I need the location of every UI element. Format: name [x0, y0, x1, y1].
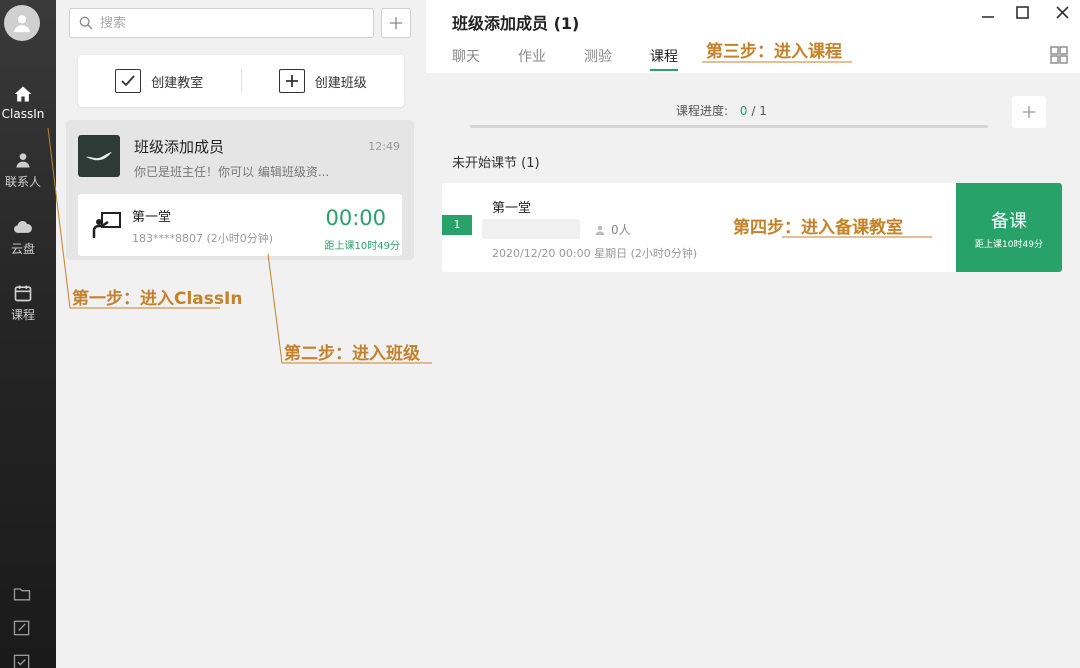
prepare-label: 备课	[991, 211, 1027, 232]
create-classroom-label: 创建教室	[151, 75, 204, 91]
search-icon	[79, 16, 93, 30]
rail-item-cloud[interactable]: 云盘	[0, 217, 46, 257]
search-box[interactable]	[69, 8, 374, 38]
lesson-card[interactable]: 第一堂 183****8807 (2小时0分钟) 00:00 距上课10时49分	[78, 194, 402, 256]
class-list-item[interactable]: 班级添加成员 12:49 你已是班主任！你可以 编辑班级资... 第一堂 183…	[66, 120, 414, 260]
rail-item-label: 课程	[10, 308, 35, 322]
class-time: 12:49	[368, 140, 400, 153]
checklist-icon[interactable]	[12, 652, 32, 668]
rail-item-label: ClassIn	[1, 107, 45, 121]
create-classroom-button[interactable]: 创建教室	[78, 69, 241, 93]
rail-item-contacts[interactable]: 联系人	[0, 150, 46, 190]
lesson-date: 2020/12/20 00:00 星期日 (2小时0分钟)	[492, 247, 698, 260]
class-last-message: 你已是班主任！你可以 编辑班级资...	[134, 165, 330, 179]
page-title: 班级添加成员 (1)	[452, 14, 580, 33]
rail-item-label: 云盘	[10, 242, 35, 256]
lesson-name: 第一堂	[492, 201, 532, 216]
folder-icon[interactable]	[12, 584, 32, 604]
tab-homework[interactable]: 作业	[518, 46, 546, 71]
tab-bar: 聊天 作业 测验 课程	[452, 46, 716, 71]
contacts-icon	[16, 153, 30, 168]
class-detail-panel: 班级添加成员 (1) 聊天 作业 测验 课程 课程进度: 0 / 1 未开始课节…	[426, 0, 1080, 668]
maximize-button[interactable]	[1012, 4, 1032, 24]
add-lesson-button[interactable]	[1012, 96, 1046, 128]
section-title: 未开始课节 (1)	[452, 156, 540, 171]
conversation-panel: 创建教室 创建班级 班级添加成员 12:49 你已是班主任！你可以 编辑班级资.…	[56, 0, 426, 668]
progress-total: / 1	[751, 104, 767, 118]
annotation-step-1: 第一步：进入ClassIn	[72, 289, 243, 309]
progress-text: 课程进度:	[676, 104, 729, 118]
tab-course[interactable]: 课程	[650, 46, 678, 71]
annotation-step-2: 第二步：进入班级	[284, 344, 420, 364]
tab-chat[interactable]: 聊天	[452, 46, 480, 71]
class-name: 班级添加成员	[134, 138, 225, 156]
create-class-label: 创建班级	[314, 75, 367, 91]
home-icon	[14, 86, 32, 102]
checkbox-icon	[115, 69, 142, 93]
lesson-countdown: 距上课10时49分	[324, 241, 400, 252]
plus-icon	[390, 17, 402, 29]
tab-quiz[interactable]: 测验	[584, 46, 612, 71]
add-button[interactable]	[381, 8, 411, 38]
create-toolbar: 创建教室 创建班级	[78, 55, 404, 107]
maximize-icon	[1015, 6, 1029, 19]
close-button[interactable]	[1052, 4, 1072, 24]
annotation-step-3: 第三步：进入课程	[706, 42, 842, 62]
search-input[interactable]	[100, 15, 360, 31]
bird-logo-icon	[86, 152, 112, 161]
course-progress-label: 课程进度: 0 / 1	[676, 102, 767, 119]
rail-item-label: 联系人	[4, 175, 41, 189]
rail-item-classin[interactable]: ClassIn	[0, 84, 46, 121]
create-class-button[interactable]: 创建班级	[242, 69, 405, 93]
lesson-name: 第一堂	[132, 210, 172, 225]
annotation-step-4: 第四步：进入备课教室	[733, 218, 903, 238]
edit-icon[interactable]	[12, 618, 32, 638]
teacher-board-icon	[92, 212, 121, 238]
cloud-icon	[14, 220, 32, 233]
rail-item-course[interactable]: 课程	[0, 283, 46, 323]
class-thumbnail	[78, 135, 120, 177]
progress-done: 0	[739, 104, 748, 118]
calendar-icon	[14, 285, 32, 302]
teacher-name-blurred	[482, 219, 580, 239]
prepare-countdown: 距上课10时49分	[975, 240, 1043, 250]
person-icon	[595, 225, 605, 235]
user-avatar[interactable]	[4, 5, 40, 41]
minimize-button[interactable]	[978, 4, 998, 24]
close-icon	[1055, 6, 1069, 19]
lesson-index-badge: 1	[442, 215, 472, 235]
plus-box-icon	[278, 69, 305, 93]
minimize-icon	[982, 16, 994, 18]
prepare-lesson-button[interactable]: 备课 距上课10时49分	[956, 183, 1062, 272]
user-icon	[13, 15, 31, 33]
plus-icon	[1023, 106, 1035, 118]
grid-icon[interactable]	[1050, 46, 1068, 64]
lesson-meta: 183****8807 (2小时0分钟)	[132, 232, 274, 245]
lesson-attendees: 0人	[594, 221, 631, 238]
progress-bar	[470, 125, 988, 128]
attendee-count: 0人	[611, 223, 631, 237]
left-rail: ClassIn 联系人 云盘 课程	[0, 0, 56, 668]
lesson-clock: 00:00	[325, 206, 386, 230]
